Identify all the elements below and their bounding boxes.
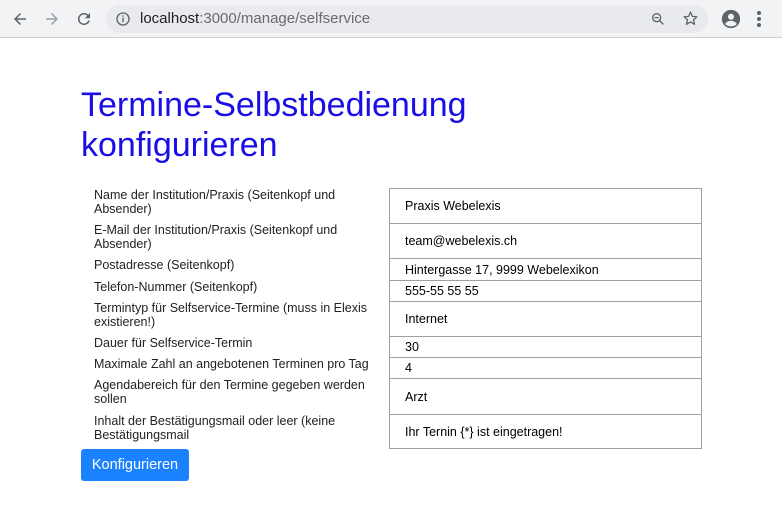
- bookmark-star-icon[interactable]: [682, 10, 699, 27]
- label-phone-number: Telefon-Nummer (Seitenkopf): [94, 280, 258, 294]
- page-title: Termine-Selbstbedienung konfigurieren: [81, 86, 467, 164]
- label-duration: Dauer für Selfservice-Termin: [94, 336, 253, 350]
- label-max-appointments: Maximale Zahl an angebotenen Terminen pr…: [94, 357, 369, 371]
- postal-address-input[interactable]: Hintergasse 17, 9999 Webelexikon: [389, 258, 702, 280]
- reload-icon[interactable]: [73, 8, 95, 30]
- browser-toolbar: localhost:3000/manage/selfservice: [0, 0, 782, 38]
- account-icon[interactable]: [720, 8, 742, 30]
- url-host: localhost: [140, 10, 200, 27]
- label-agenda-area: Agendabereich für den Termine gegeben we…: [94, 378, 365, 406]
- max-appointments-input[interactable]: 4: [389, 357, 702, 378]
- address-bar[interactable]: localhost:3000/manage/selfservice: [106, 5, 708, 33]
- phone-number-input[interactable]: 555-55 55 55: [389, 280, 702, 301]
- label-institution-email: E-Mail der Institution/Praxis (Seitenkop…: [94, 223, 338, 251]
- institution-email-input[interactable]: team@webelexis.ch: [389, 223, 702, 258]
- duration-input[interactable]: 30: [389, 336, 702, 357]
- back-arrow-icon[interactable]: [9, 8, 31, 30]
- agenda-area-input[interactable]: Arzt: [389, 378, 702, 414]
- url-path: :3000/manage/selfservice: [199, 10, 371, 27]
- url-text: localhost:3000/manage/selfservice: [140, 10, 370, 27]
- institution-name-input[interactable]: Praxis Webelexis: [389, 188, 702, 223]
- label-confirmation-mail: Inhalt der Bestätigungsmail oder leer (k…: [94, 414, 336, 442]
- zoom-out-icon[interactable]: [650, 11, 666, 27]
- forward-arrow-icon[interactable]: [41, 8, 63, 30]
- appointment-type-input[interactable]: Internet: [389, 301, 702, 336]
- configure-button[interactable]: Konfigurieren: [81, 449, 189, 481]
- kebab-menu-icon[interactable]: [752, 8, 766, 30]
- label-postal-address: Postadresse (Seitenkopf): [94, 258, 235, 272]
- info-icon[interactable]: [115, 11, 131, 27]
- label-institution-name: Name der Institution/Praxis (Seitenkopf …: [94, 188, 336, 216]
- label-appointment-type: Termintyp für Selfservice-Termine (muss …: [94, 301, 367, 329]
- confirmation-mail-input[interactable]: Ihr Ternin {*} ist eingetragen!: [389, 414, 702, 449]
